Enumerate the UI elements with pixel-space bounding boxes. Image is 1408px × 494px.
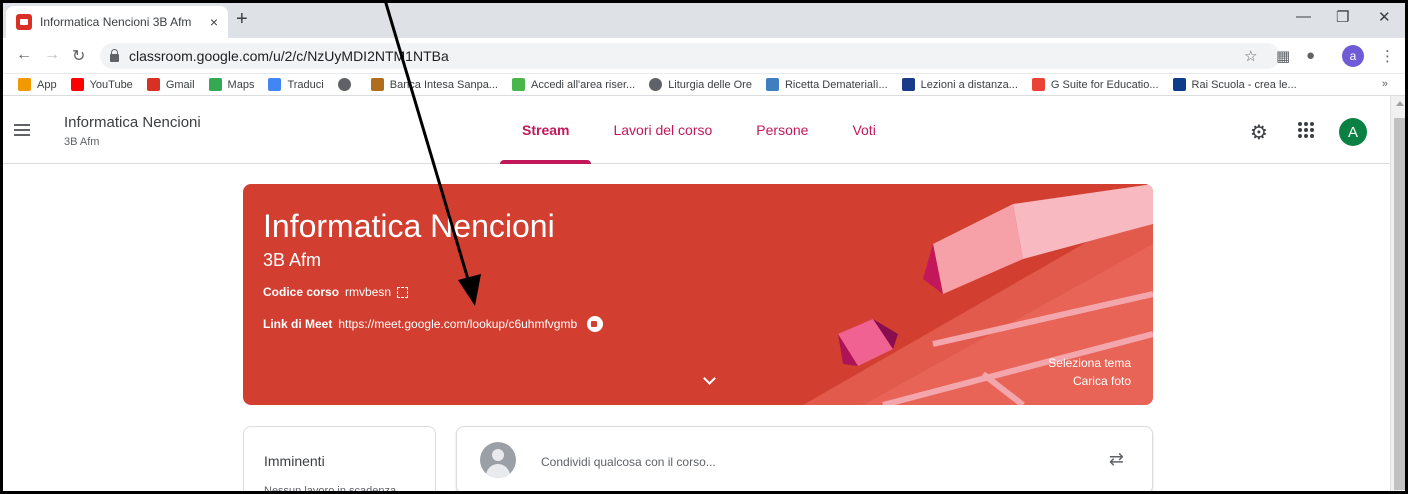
globe-icon (337, 78, 351, 91)
bookmark-item[interactable]: Maps (208, 78, 255, 91)
maps-pin-icon (208, 78, 222, 91)
browser-tabstrip: Informatica Nencioni 3B Afm × + — ❐ ✕ (0, 0, 1408, 38)
bookmark-label: App (37, 78, 57, 91)
fullscreen-code-icon[interactable] (397, 286, 409, 298)
bookmark-star-icon[interactable]: ☆ (1244, 47, 1257, 65)
scroll-up-arrow-icon[interactable] (1396, 101, 1404, 106)
bookmarks-bar: App YouTube Gmail Maps Traduci Banca Intesa S… (0, 74, 1408, 96)
dots-icon (1031, 78, 1045, 91)
bank-icon (370, 78, 384, 91)
youtube-icon (70, 78, 84, 91)
bookmark-item[interactable]: Lezioni a distanza... (901, 78, 1018, 91)
class-code-label: Codice corso (263, 285, 340, 299)
meet-link-label: Link di Meet (263, 317, 333, 331)
close-tab-icon[interactable]: × (210, 14, 218, 30)
user-avatar-placeholder-icon (480, 442, 516, 478)
bookmark-item[interactable]: Banca Intesa Sanpa... (370, 78, 498, 91)
browser-menu-icon[interactable]: ⋮ (1380, 47, 1395, 65)
bookmark-label: Traduci (287, 78, 324, 91)
class-code-value: rmvbesn (345, 285, 392, 299)
banner-section: 3B Afm (263, 250, 322, 270)
upcoming-title: Imminenti (264, 453, 325, 469)
globe-icon (649, 78, 663, 91)
tab-classwork[interactable]: Lavori del corso (591, 96, 734, 164)
bookmark-label: Rai Scuola - crea le... (1191, 78, 1297, 91)
meet-link-row: Link di Meet https://meet.google.com/loo… (263, 316, 604, 332)
bookmark-label: Maps (227, 78, 255, 91)
c2-icon (901, 78, 915, 91)
lock-icon (110, 49, 119, 62)
bookmark-label: Gmail (165, 78, 195, 91)
upload-photo-link[interactable]: Carica foto (1073, 374, 1131, 388)
bookmark-label: Lezioni a distanza... (920, 78, 1018, 91)
reuse-post-icon[interactable]: ⇄ (1109, 449, 1124, 470)
bookmark-item[interactable]: G Suite for Educatio... (1031, 78, 1159, 91)
account-avatar[interactable]: A (1339, 118, 1367, 146)
bookmark-label: Accedi all'area riser... (530, 78, 636, 91)
class-title[interactable]: Informatica Nencioni (64, 114, 201, 131)
gmail-icon (146, 78, 160, 91)
class-code-row: Codice corso rmvbesn (263, 285, 409, 299)
main-menu-icon[interactable] (14, 124, 30, 136)
scroll-thumb[interactable] (1394, 118, 1406, 490)
class-nav-tabs: Stream Lavori del corso Persone Voti (500, 96, 898, 164)
bookmark-item[interactable]: Rai Scuola - crea le... (1172, 78, 1297, 91)
bookmark-item[interactable]: Ricetta Dematerialì... (765, 78, 888, 91)
class-section: 3B Afm (64, 136, 100, 148)
url-text: classroom.google.com/u/2/c/NzUyMDI2NTM1N… (129, 48, 449, 64)
rai-icon (1172, 78, 1186, 91)
new-tab-button[interactable]: + (236, 9, 248, 29)
bookmark-item[interactable]: Gmail (146, 78, 195, 91)
bookmark-label: Ricetta Dematerialì... (784, 78, 888, 91)
meet-video-icon[interactable] (587, 316, 604, 332)
address-bar[interactable]: classroom.google.com/u/2/c/NzUyMDI2NTM1N… (100, 43, 1280, 69)
bookmark-label: G Suite for Educatio... (1050, 78, 1159, 91)
extension-grid-icon[interactable]: ▦ (1276, 47, 1290, 65)
page-scrollbar[interactable] (1390, 96, 1408, 494)
classroom-header: Informatica Nencioni 3B Afm Stream Lavor… (0, 96, 1390, 164)
browser-profile-avatar[interactable]: a (1342, 45, 1364, 67)
upcoming-card: Imminenti Nessun lavoro in scadenza (243, 426, 436, 494)
tab-grades[interactable]: Voti (830, 96, 897, 164)
bookmark-label: Liturgia delle Ore (668, 78, 752, 91)
bookmark-item[interactable]: Traduci (268, 78, 324, 91)
forward-icon[interactable]: → (44, 46, 60, 64)
bookmark-label: YouTube (89, 78, 133, 91)
extension-icon[interactable]: ● (1306, 47, 1315, 64)
tab-title: Informatica Nencioni 3B Afm (40, 15, 192, 29)
upcoming-empty-text: Nessun lavoro in scadenza (264, 485, 397, 494)
address-row: ← → ↻ classroom.google.com/u/2/c/NzUyMDI… (0, 38, 1408, 74)
meet-link-url[interactable]: https://meet.google.com/lookup/c6uhmfvgm… (338, 317, 577, 331)
bookmarks-overflow-icon[interactable]: » (1382, 78, 1388, 90)
window-close-icon[interactable]: ✕ (1378, 8, 1391, 26)
browser-tab[interactable]: Informatica Nencioni 3B Afm × (6, 6, 228, 38)
translate-icon (268, 78, 282, 91)
tab-stream[interactable]: Stream (500, 96, 592, 164)
sparkle-icon (511, 78, 525, 91)
classroom-favicon-icon (16, 14, 32, 30)
doc-icon (765, 78, 779, 91)
restore-icon[interactable]: ❐ (1336, 8, 1349, 26)
reload-icon[interactable]: ↻ (72, 46, 85, 66)
share-with-class-card[interactable]: Condividi qualcosa con il corso... ⇄ (456, 426, 1153, 494)
select-theme-link[interactable]: Seleziona tema (1048, 356, 1131, 370)
banner-class-title: Informatica Nencioni (263, 208, 555, 244)
apps-grid-icon (18, 78, 31, 91)
share-input-placeholder[interactable]: Condividi qualcosa con il corso... (541, 455, 716, 469)
class-settings-gear-icon[interactable]: ⚙ (1250, 120, 1268, 145)
back-icon[interactable]: ← (16, 46, 32, 64)
bookmark-item[interactable]: YouTube (70, 78, 133, 91)
google-apps-icon[interactable] (1298, 122, 1314, 138)
bookmark-item[interactable]: Accedi all'area riser... (511, 78, 636, 91)
tab-people[interactable]: Persone (734, 96, 830, 164)
bookmark-item[interactable] (337, 78, 357, 91)
bookmark-item[interactable]: App (18, 78, 57, 91)
bookmark-label: Banca Intesa Sanpa... (389, 78, 498, 91)
class-banner: Informatica Nencioni 3B Afm Codice corso… (243, 184, 1153, 405)
bookmark-item[interactable]: Liturgia delle Ore (649, 78, 752, 91)
minimize-icon[interactable]: — (1296, 8, 1311, 25)
